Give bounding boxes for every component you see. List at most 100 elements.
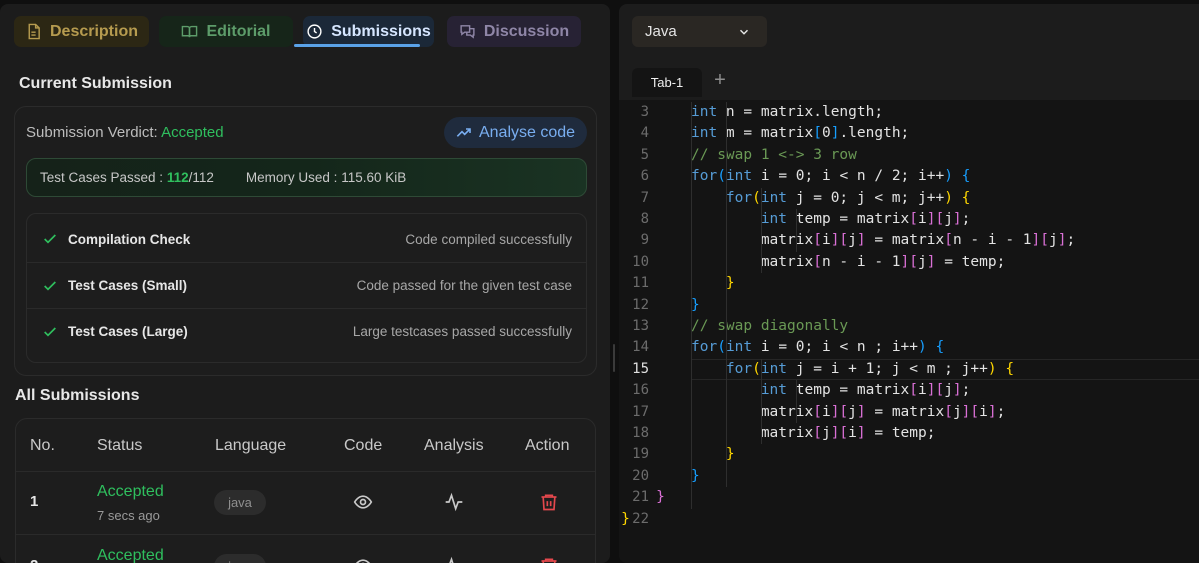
check-icon <box>44 326 56 337</box>
tab-discussion[interactable]: Discussion <box>447 16 581 47</box>
test-cases-total: /112 <box>188 170 214 185</box>
code-text: for(int j = 0; j < m; j++) { <box>725 189 971 206</box>
code-line[interactable]: 11} <box>619 273 1199 294</box>
row-language: java <box>214 554 266 563</box>
code-line[interactable]: 14 for(int i = 0; i < n ; i++) { <box>619 337 1199 358</box>
code-text: } <box>621 510 630 527</box>
code-text: matrix[j][i] = temp; <box>760 425 936 441</box>
indent-guide <box>760 358 762 445</box>
indent-guide <box>795 209 797 252</box>
submission-verdict: Submission Verdict: Accepted <box>26 124 224 141</box>
check-row-large: Test Cases (Large) Large testcases passe… <box>27 308 586 354</box>
language-select[interactable]: Java <box>632 16 767 47</box>
eye-icon[interactable] <box>353 556 373 563</box>
current-submission-title: Current Submission <box>19 75 172 92</box>
clock-icon <box>307 24 322 39</box>
code-line[interactable]: 18 matrix[j][i] = temp; <box>619 423 1199 444</box>
submission-panel: Description Editorial Submissions Discus… <box>0 4 610 563</box>
resize-handle[interactable] <box>613 344 615 372</box>
code-text: for(int i = 0; i < n / 2; i++) { <box>691 168 971 185</box>
editor-tab-bar: Tab-1 + <box>619 62 1199 100</box>
all-submissions-title: All Submissions <box>15 387 140 404</box>
row-status[interactable]: Accepted <box>97 483 164 501</box>
line-number: 6 <box>640 168 649 185</box>
tab-submissions-label: Submissions <box>331 22 431 40</box>
code-line[interactable]: 5 // swap 1 <-> 3 row <box>619 145 1199 166</box>
code-line[interactable]: 20} <box>619 466 1199 487</box>
line-number: 17 <box>632 403 649 420</box>
code-line[interactable]: 8 int temp = matrix[i][j]; <box>619 209 1199 230</box>
trash-icon[interactable] <box>539 492 559 512</box>
submissions-table: No. Status Language Code Analysis Action… <box>15 418 596 563</box>
row-status[interactable]: Accepted <box>97 547 164 563</box>
code-text: } <box>725 275 735 292</box>
code-editor-panel: Java Tab-1 + 3 int n = matrix.length; 4 int… <box>619 4 1199 563</box>
trash-icon[interactable] <box>539 556 559 563</box>
check-name: Test Cases (Large) <box>68 324 188 339</box>
code-text: int n = matrix.length; <box>691 104 884 120</box>
tab-submissions[interactable]: Submissions <box>303 16 434 47</box>
row-number: 1 <box>30 493 39 510</box>
indent-guide <box>760 187 762 274</box>
code-line[interactable]: 6 for(int i = 0; i < n / 2; i++) { <box>619 166 1199 187</box>
code-line[interactable]: 12} <box>619 295 1199 316</box>
code-line[interactable]: 22} <box>619 509 1199 530</box>
code-line[interactable]: 19} <box>619 444 1199 465</box>
trending-up-icon <box>456 127 471 137</box>
check-name: Test Cases (Small) <box>68 278 188 293</box>
line-number: 14 <box>632 339 649 356</box>
line-number: 9 <box>640 232 649 249</box>
code-line[interactable]: 4 int m = matrix[0].length; <box>619 123 1199 144</box>
verdict-label: Submission Verdict: <box>26 124 158 141</box>
code-editor[interactable]: 3 int n = matrix.length; 4 int m = matrix[0… <box>619 100 1199 563</box>
add-tab-button[interactable]: + <box>709 69 731 91</box>
code-line[interactable]: 21} <box>619 487 1199 508</box>
check-message: Large testcases passed successfully <box>352 324 572 339</box>
line-number: 15 <box>632 360 649 377</box>
line-number: 7 <box>640 189 649 206</box>
code-line[interactable]: 9 matrix[i][j] = matrix[n - i - 1][j]; <box>619 230 1199 251</box>
code-line[interactable]: 3 int n = matrix.length; <box>619 102 1199 123</box>
verdict-value: Accepted <box>161 124 224 141</box>
current-submission-card: Submission Verdict: Accepted Analyse cod… <box>14 106 597 376</box>
eye-icon[interactable] <box>353 492 373 512</box>
code-text: matrix[i][j] = matrix[j][i]; <box>760 403 1006 420</box>
editor-tab-1[interactable]: Tab-1 <box>632 68 702 97</box>
header-code: Code <box>344 437 383 454</box>
code-line[interactable]: 17 matrix[i][j] = matrix[j][i]; <box>619 402 1199 423</box>
line-number: 13 <box>632 318 649 334</box>
code-line[interactable]: 15 for(int j = i + 1; j < m ; j++) { <box>619 358 1199 381</box>
header-status: Status <box>97 437 143 454</box>
tab-editorial[interactable]: Editorial <box>159 16 293 47</box>
line-number: 8 <box>640 211 649 227</box>
code-text: // swap 1 <-> 3 row <box>691 146 857 163</box>
code-text: } <box>691 296 700 313</box>
document-icon <box>28 23 40 40</box>
line-number: 10 <box>632 253 649 270</box>
code-line[interactable]: 13 // swap diagonally <box>619 316 1199 337</box>
line-number: 3 <box>640 104 649 120</box>
code-text: } <box>691 467 700 484</box>
code-line[interactable]: 7 for(int j = 0; j < m; j++) { <box>619 188 1199 209</box>
line-number: 11 <box>632 275 649 292</box>
line-number: 20 <box>632 467 649 484</box>
tab-editorial-label: Editorial <box>206 22 271 40</box>
analyse-code-label: Analyse code <box>478 123 576 141</box>
tab-description[interactable]: Description <box>14 16 149 47</box>
header-language: Language <box>215 437 287 454</box>
activity-icon[interactable] <box>444 492 464 512</box>
code-line[interactable]: 10 matrix[n - i - 1][j] = temp; <box>619 252 1199 273</box>
analyse-code-button[interactable]: Analyse code <box>444 117 587 148</box>
line-number: 16 <box>632 382 649 399</box>
activity-icon[interactable] <box>444 556 464 563</box>
panel-resizer[interactable] <box>610 0 619 563</box>
code-text: int m = matrix[0].length; <box>691 125 910 142</box>
header-divider <box>16 471 595 472</box>
line-number: 5 <box>640 146 649 163</box>
code-line[interactable]: 16 int temp = matrix[i][j]; <box>619 380 1199 401</box>
header-action: Action <box>525 437 570 454</box>
chevron-down-icon <box>739 29 749 35</box>
code-text: int temp = matrix[i][j]; <box>760 211 971 227</box>
test-cases-passed: 112 <box>166 170 189 185</box>
indent-guide <box>725 102 727 488</box>
